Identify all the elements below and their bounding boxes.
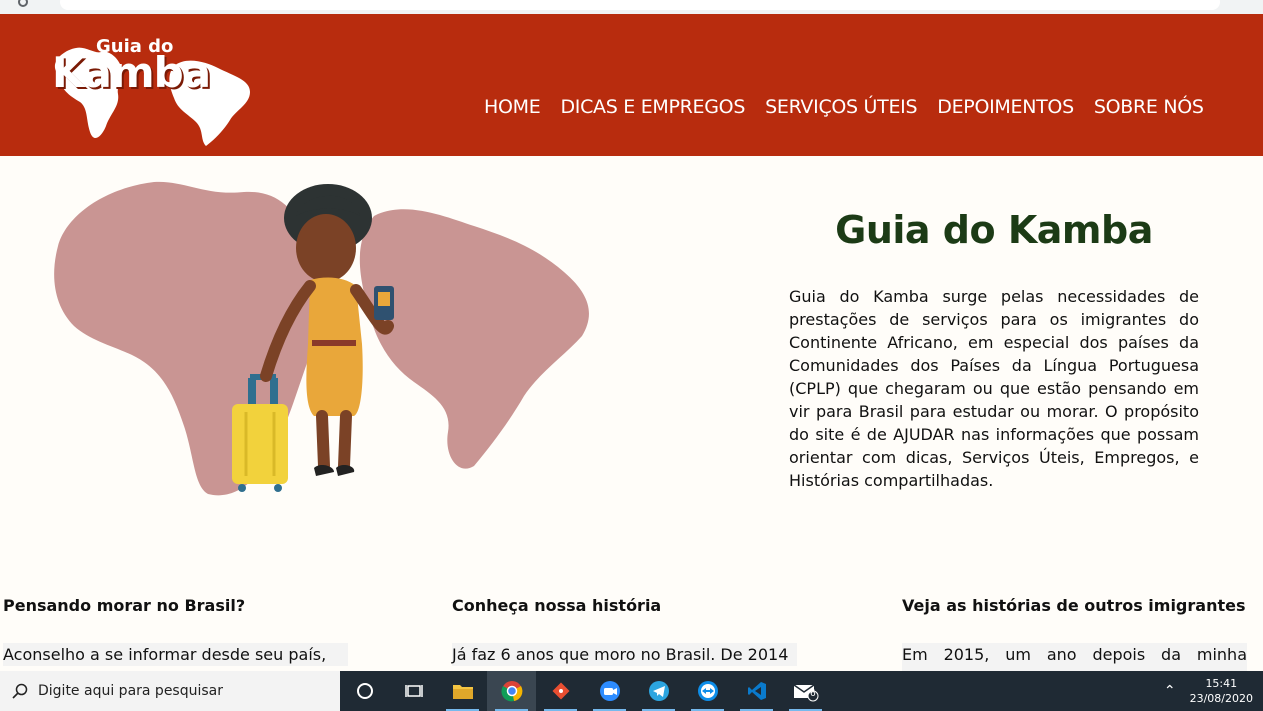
main-nav: HOME DICAS E EMPREGOS SERVIÇOS ÚTEIS DEP…	[484, 96, 1204, 118]
search-placeholder: Digite aqui para pesquisar	[38, 683, 224, 699]
git-icon[interactable]	[536, 671, 585, 711]
column-heading: Conheça nossa história	[452, 596, 662, 615]
column-text: Já faz 6 anos que moro no Brasil. De 201…	[452, 643, 797, 666]
mail-icon[interactable]: 6	[781, 671, 830, 711]
logo-title: Kamba	[52, 48, 211, 97]
zoom-icon[interactable]	[585, 671, 634, 711]
system-tray: ⌃ 15:41 23/08/2020	[1164, 671, 1263, 711]
clock[interactable]: 15:41 23/08/2020	[1190, 676, 1253, 706]
column-pensando-morar: Pensando morar no Brasil? Aconselho a se…	[3, 596, 348, 666]
brazil-map-shape	[359, 209, 589, 469]
chrome-icon[interactable]	[487, 671, 536, 711]
telegram-icon[interactable]	[634, 671, 683, 711]
site-logo[interactable]: Guia do Kamba	[46, 36, 256, 148]
vscode-icon[interactable]	[732, 671, 781, 711]
taskbar-search[interactable]: Digite aqui para pesquisar	[0, 671, 340, 711]
clock-date: 23/08/2020	[1189, 692, 1253, 705]
file-explorer-icon[interactable]	[438, 671, 487, 711]
search-icon	[12, 683, 28, 699]
page-title: Guia do Kamba	[835, 208, 1153, 252]
refresh-icon[interactable]	[18, 0, 28, 7]
hero-illustration	[44, 176, 604, 506]
cortana-icon[interactable]	[340, 671, 389, 711]
nav-servicos-uteis[interactable]: SERVIÇOS ÚTEIS	[765, 96, 917, 118]
browser-chrome-strip	[0, 0, 1263, 14]
windows-taskbar: Digite aqui para pesquisar 6 ⌃ 15:41 23/…	[0, 671, 1263, 711]
address-bar[interactable]	[60, 0, 1220, 10]
nav-dicas-empregos[interactable]: DICAS E EMPREGOS	[560, 96, 745, 118]
nav-depoimentos[interactable]: DEPOIMENTOS	[937, 96, 1074, 118]
column-nossa-historia: Conheça nossa história Já faz 6 anos que…	[452, 596, 797, 666]
hero-description: Guia do Kamba surge pelas necessidades d…	[789, 287, 1199, 490]
column-text: Aconselho a se informar desde seu país,	[3, 643, 348, 666]
site-header: Guia do Kamba HOME DICAS E EMPREGOS SERV…	[0, 14, 1263, 156]
column-heading: Pensando morar no Brasil?	[3, 596, 246, 615]
clock-time: 15:41	[1205, 677, 1238, 690]
chevron-up-icon[interactable]: ⌃	[1164, 683, 1176, 699]
column-heading: Veja as histórias de outros imigrantes	[902, 596, 1246, 615]
teamviewer-icon[interactable]	[683, 671, 732, 711]
nav-sobre-nos[interactable]: SOBRE NÓS	[1094, 96, 1204, 118]
task-view-icon[interactable]	[389, 671, 438, 711]
mail-badge: 6	[810, 689, 816, 699]
nav-home[interactable]: HOME	[484, 96, 541, 118]
